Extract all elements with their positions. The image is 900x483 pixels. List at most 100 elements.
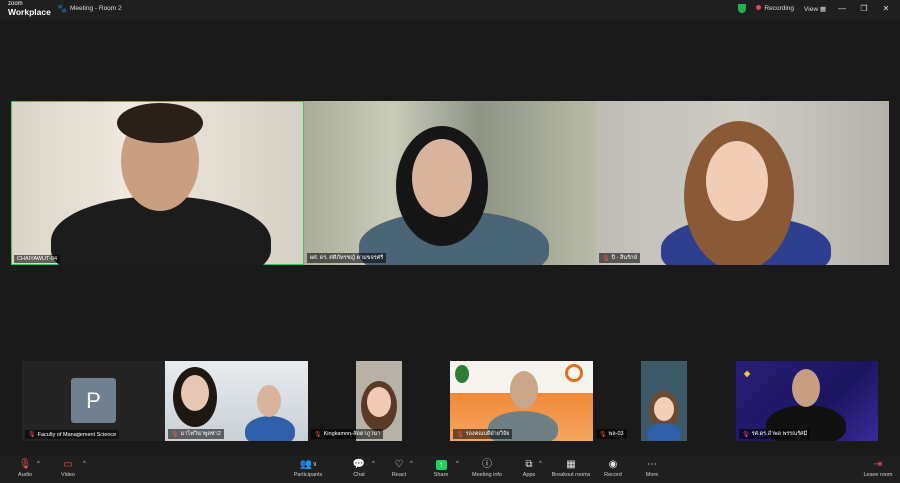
muted-mic-icon: 🎙 [602, 255, 610, 262]
grid-icon: ▦ [819, 5, 826, 13]
participants-label: Participants [293, 472, 323, 478]
participant-head [412, 139, 472, 217]
video-tile[interactable]: 🎙 มาไฟวิน่าพูลซ่า2 [165, 361, 308, 441]
muted-mic-icon: 🎙 [456, 431, 464, 438]
tile-name-label: CHAIYAWUT-04 [14, 255, 61, 263]
title-bar: zoom Workplace 🐾 Meeting - Room 2 Record… [0, 0, 900, 20]
tile-name: พล-03 [608, 431, 624, 437]
audio-button[interactable]: 🎙 Audio [3, 458, 47, 479]
tile-name: Kingkamon-ลัดดาภูวนา [323, 431, 381, 437]
tile-name: รศ.ดร.อำพล พรรณรัศมี [751, 431, 808, 437]
participant-head [654, 397, 674, 421]
tile-name-label: 🎙 พล-03 [596, 429, 627, 439]
recording-indicator[interactable]: Recording [756, 5, 794, 12]
participant-head [706, 141, 768, 221]
restore-icon[interactable]: ❐ [858, 4, 870, 13]
tile-name-label: 🎙 รศ.ดร.อำพล พรรณรัศมี [739, 429, 811, 439]
breakout-rooms-label: Breakout rooms [551, 472, 591, 478]
meeting-info-label: Meeting info [472, 472, 502, 478]
participant-head [257, 385, 281, 417]
video-tile[interactable]: P 🎙 Faculty of Management Science [22, 361, 165, 441]
record-label: Record [604, 472, 622, 478]
video-tile[interactable]: CHAIYAWUT-04 [11, 101, 304, 265]
tile-name: CHAIYAWUT-04 [17, 256, 58, 262]
view-label: View [804, 5, 819, 13]
apps-label: Apps [522, 472, 536, 478]
video-tile[interactable]: ผศ. ดร. ศศิภัทรชญ์ ตามขจรศรี [304, 101, 596, 265]
meeting-title-text: Meeting - Room 2 [69, 5, 122, 12]
avatar: P [71, 378, 116, 423]
tile-name: ปิ - สินรักษ์ [611, 255, 638, 261]
tile-name: Faculty of Management Science [37, 431, 117, 438]
share-label: Share [433, 472, 449, 478]
muted-mic-icon: 🎙 [28, 432, 36, 438]
apps-button[interactable]: ⧉ Apps [507, 458, 551, 479]
chat-label: Chat [353, 472, 365, 478]
recording-label: Recording [764, 5, 795, 12]
participants-button[interactable]: 👥 9 Participants [286, 458, 330, 479]
muted-mic-icon: 🎙 [18, 458, 32, 470]
video-off-icon: ▭ [63, 458, 73, 470]
participant-head [792, 369, 820, 407]
tile-name-label: 🎙 มาไฟวิน่าพูลซ่า2 [168, 429, 224, 439]
video-tile[interactable]: 🎙 พล-03 [593, 361, 736, 441]
more-button[interactable]: ⋯ More [630, 458, 674, 479]
tile-name-label: 🎙 รองคณบดีฝ่ายวิจัย [453, 429, 513, 439]
video-tile[interactable]: 🎙 รองคณบดีฝ่ายวิจัย [450, 361, 593, 441]
more-label: More [645, 472, 659, 478]
participant-video [641, 361, 687, 441]
encryption-shield-icon[interactable] [738, 4, 747, 13]
video-tile[interactable]: 🎙 Kingkamon-ลัดดาภูวนา [308, 361, 450, 441]
share-screen-icon: ↑ [435, 459, 447, 470]
logo-icon: ◆ [744, 369, 751, 378]
more-icon: ⋯ [647, 458, 657, 470]
participant-video [245, 416, 295, 441]
meeting-title: 🐾 Meeting - Room 2 [57, 4, 122, 13]
chat-icon: 💬 [352, 458, 366, 470]
brand-workplace: Workplace [8, 7, 51, 17]
video-tile[interactable]: 🎙 ปิ - สินรักษ์ [596, 101, 889, 265]
apps-icon: ⧉ [525, 458, 533, 470]
muted-mic-icon: 🎙 [314, 431, 322, 438]
zoom-logo: zoom Workplace [8, 1, 51, 17]
participant-head [510, 371, 538, 409]
video-tile[interactable]: ◆ 🎙 รศ.ดร.อำพล พรรณรัศมี [736, 361, 878, 441]
participant-body [647, 423, 681, 441]
tile-name-label: 🎙 Kingkamon-ลัดดาภูวนา [311, 429, 384, 439]
muted-mic-icon: 🎙 [599, 431, 607, 438]
tile-name-label: 🎙 Faculty of Management Science [25, 430, 120, 439]
meeting-info-button[interactable]: ⓘ Meeting info [465, 458, 509, 479]
audio-options-caret-icon[interactable]: ^ [37, 461, 40, 467]
react-label: React [391, 472, 407, 478]
react-options-caret-icon[interactable]: ^ [410, 461, 413, 467]
leave-room-label: Leave room [863, 472, 893, 478]
emblem-right-icon [565, 364, 583, 382]
video-options-caret-icon[interactable]: ^ [83, 461, 86, 467]
participant-head [181, 375, 209, 411]
leave-room-button[interactable]: ⇥ Leave room [856, 458, 900, 479]
share-options-caret-icon[interactable]: ^ [456, 461, 459, 467]
leave-icon: ⇥ [873, 458, 883, 470]
apps-options-caret-icon[interactable]: ^ [539, 461, 542, 467]
video-label: Video [61, 472, 75, 478]
react-button[interactable]: ♡ React [377, 458, 421, 479]
audio-label: Audio [17, 472, 33, 478]
participants-count: 9 [313, 461, 317, 468]
breakout-rooms-button[interactable]: ▦ Breakout rooms [549, 458, 593, 479]
chat-options-caret-icon[interactable]: ^ [372, 461, 375, 467]
minimize-icon[interactable]: — [836, 4, 848, 13]
paw-icon: 🐾 [57, 4, 67, 13]
view-button[interactable]: View ▦ [804, 5, 826, 13]
record-icon: ◉ [608, 458, 618, 470]
tile-name: รองคณบดีฝ่ายวิจัย [465, 431, 510, 437]
meeting-toolbar: 🎙 Audio ^ ▭ Video ^ 👥 9 Participants 💬 Ch… [0, 456, 900, 483]
recording-dot-icon [756, 5, 762, 10]
emblem-left-icon [455, 365, 469, 383]
record-button[interactable]: ◉ Record [591, 458, 635, 479]
tile-name: ผศ. ดร. ศศิภัทรชญ์ ตามขจรศรี [310, 255, 384, 261]
tile-name-label: 🎙 ปิ - สินรักษ์ [599, 253, 641, 263]
close-icon[interactable]: ✕ [880, 4, 892, 13]
participants-icon: 👥 9 [299, 458, 317, 470]
heart-icon: ♡ [394, 458, 404, 470]
muted-mic-icon: 🎙 [742, 431, 750, 438]
